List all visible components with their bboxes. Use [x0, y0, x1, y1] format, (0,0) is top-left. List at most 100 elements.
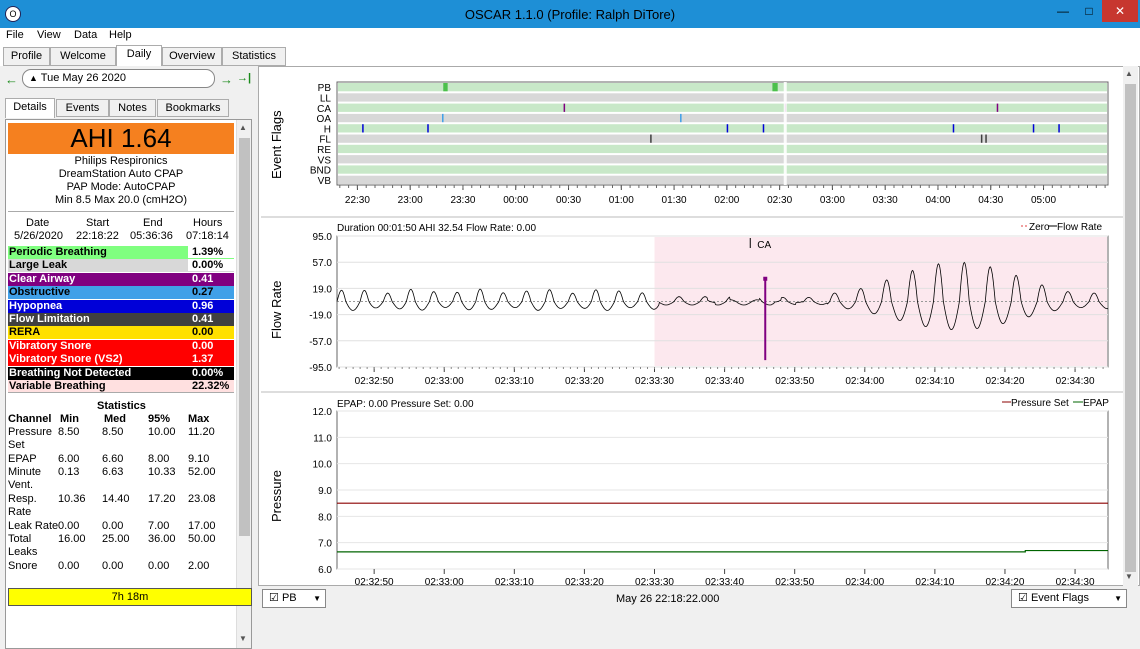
stats-header-channel: Channel [8, 413, 52, 425]
event-marker-pb[interactable] [443, 83, 448, 92]
subtab-bookmarks[interactable]: Bookmarks [157, 99, 229, 117]
event-marker-oa[interactable] [442, 113, 444, 123]
scroll-thumb[interactable] [1125, 84, 1136, 572]
event-marker-h[interactable] [726, 124, 729, 133]
event-label: Vibratory Snore (VS2) [9, 353, 123, 366]
tab-overview[interactable]: Overview [162, 47, 222, 66]
time-tick-label: 02:34:10 [915, 376, 954, 387]
date-picker[interactable]: ▲ Tue May 26 2020 [22, 69, 215, 88]
stat-min: 0.00 [58, 560, 80, 572]
flag-row-band [338, 103, 1107, 112]
event-flags-dropdown[interactable]: ☑ Event Flags ▼ [1011, 589, 1127, 608]
subtab-notes[interactable]: Notes [109, 99, 156, 117]
details-scrollbar[interactable]: ▲ ▼ [236, 120, 251, 648]
menu-help[interactable]: Help [109, 29, 132, 41]
event-value: 0.00% [192, 366, 224, 379]
event-marker-h[interactable] [427, 124, 429, 133]
calendar-toggle-icon: ▲ [29, 73, 38, 83]
tab-profile[interactable]: Profile [3, 47, 50, 66]
window-title: OSCAR 1.1.0 (Profile: Ralph DiTore) [464, 7, 676, 22]
event-marker-pb[interactable] [772, 83, 778, 92]
flag-row-band [338, 134, 1107, 143]
scroll-thumb[interactable] [239, 138, 250, 536]
pressure-title: Pressure [269, 470, 284, 522]
close-button[interactable]: ✕ [1102, 0, 1138, 22]
event-marker-h[interactable] [362, 124, 364, 133]
maximize-button[interactable]: □ [1076, 0, 1102, 22]
time-tick-label: 01:30 [662, 195, 687, 206]
stat-channel: Minute [8, 466, 42, 478]
event-summary-row[interactable]: Vibratory Snore 0.00 [8, 339, 234, 353]
stat-max: 23.08 [188, 493, 216, 505]
stat-max: 17.00 [188, 520, 216, 532]
scroll-up-icon[interactable]: ▲ [1125, 69, 1133, 78]
minimize-button[interactable]: — [1050, 0, 1076, 22]
next-day-arrow-icon[interactable]: → [220, 72, 233, 87]
subtab-events[interactable]: Events [56, 99, 109, 117]
daily-graphs[interactable]: PBLLCAOAHFLREVSBNDVB22:30 23:00 23:30 00:00… [259, 67, 1139, 588]
time-tick-label: 02:34:30 [1056, 376, 1095, 387]
stat-med: 8.50 [102, 426, 124, 438]
event-marker-ca[interactable] [563, 103, 566, 112]
stat-channel: Resp. [8, 493, 37, 505]
tab-statistics[interactable]: Statistics [222, 47, 286, 66]
tab-daily[interactable]: Daily [116, 45, 162, 66]
event-summary-row[interactable]: Periodic Breathing 1.39% [8, 246, 234, 259]
stat-min: 6.00 [58, 453, 80, 465]
event-marker-h[interactable] [1032, 124, 1035, 133]
time-tick-label: 02:33:10 [495, 376, 534, 387]
time-tick-label: 04:00 [925, 195, 950, 206]
event-summary-row[interactable]: Vibratory Snore (VS2) 1.37 [8, 353, 234, 367]
event-marker-h[interactable] [762, 124, 765, 133]
last-day-arrow-icon[interactable]: →| [237, 72, 251, 84]
event-summary-row[interactable]: Clear Airway 0.41 [8, 272, 234, 286]
flag-row-band [338, 93, 1107, 102]
event-marker-fl[interactable] [650, 134, 652, 143]
event-label: Hypopnea [9, 299, 63, 312]
session-header-end: End [143, 217, 163, 229]
event-value: 0.27 [192, 286, 214, 299]
tab-welcome[interactable]: Welcome [50, 47, 116, 66]
prev-day-arrow-icon[interactable]: ← [5, 72, 18, 87]
session-header-date: Date [26, 217, 50, 229]
event-summary-row[interactable]: Hypopnea 0.96 [8, 299, 234, 313]
event-summary-row[interactable]: Flow Limitation 0.41 [8, 313, 234, 326]
session-date: 5/26/2020 [14, 230, 63, 242]
stat-channel: Snore [8, 560, 38, 572]
stat-min: 16.00 [58, 533, 86, 545]
event-summary-row[interactable]: Large Leak 0.00% [8, 259, 234, 273]
y-tick-label: 7.0 [318, 539, 332, 550]
flags-checkbox-icon: ☑ [1018, 592, 1028, 604]
event-marker-ca[interactable] [996, 103, 999, 112]
event-label: Large Leak [9, 259, 68, 272]
stat-95: 17.20 [148, 493, 176, 505]
stat-max: 9.10 [188, 453, 210, 465]
scroll-down-icon[interactable]: ▼ [1125, 572, 1133, 581]
time-tick-label: 23:30 [450, 195, 475, 206]
time-tick-label: 02:34:20 [985, 376, 1024, 387]
subtab-details[interactable]: Details [5, 98, 55, 118]
menu-data[interactable]: Data [74, 29, 97, 41]
stat-med: 6.60 [102, 453, 124, 465]
event-summary-row[interactable]: RERA 0.00 [8, 326, 234, 340]
event-marker-h[interactable] [1058, 124, 1060, 133]
stat-med: 25.00 [102, 533, 130, 545]
total-duration-bar: 7h 18m [8, 588, 252, 606]
event-summary-row[interactable]: Obstructive 0.27 [8, 286, 234, 300]
event-marker-fl[interactable] [980, 134, 983, 143]
stat-95: 10.33 [148, 466, 176, 478]
menu-file[interactable]: File [6, 29, 24, 41]
scroll-up-icon[interactable]: ▲ [239, 123, 247, 132]
legend-epap: EPAP [1083, 398, 1109, 409]
pb-dropdown[interactable]: ☑ PB ▼ [262, 589, 326, 608]
stat-max: 11.20 [188, 426, 215, 438]
scroll-down-icon[interactable]: ▼ [239, 634, 247, 643]
time-tick-label: 01:00 [609, 195, 634, 206]
time-tick-label: 02:33:40 [705, 577, 744, 585]
menu-view[interactable]: View [37, 29, 61, 41]
event-summary-row[interactable]: Breathing Not Detected 0.00% [8, 366, 234, 380]
event-marker-fl[interactable] [985, 134, 987, 143]
graphs-scrollbar[interactable]: ▲ ▼ [1123, 66, 1138, 586]
event-marker-h[interactable] [952, 124, 955, 133]
event-marker-oa[interactable] [680, 113, 682, 123]
